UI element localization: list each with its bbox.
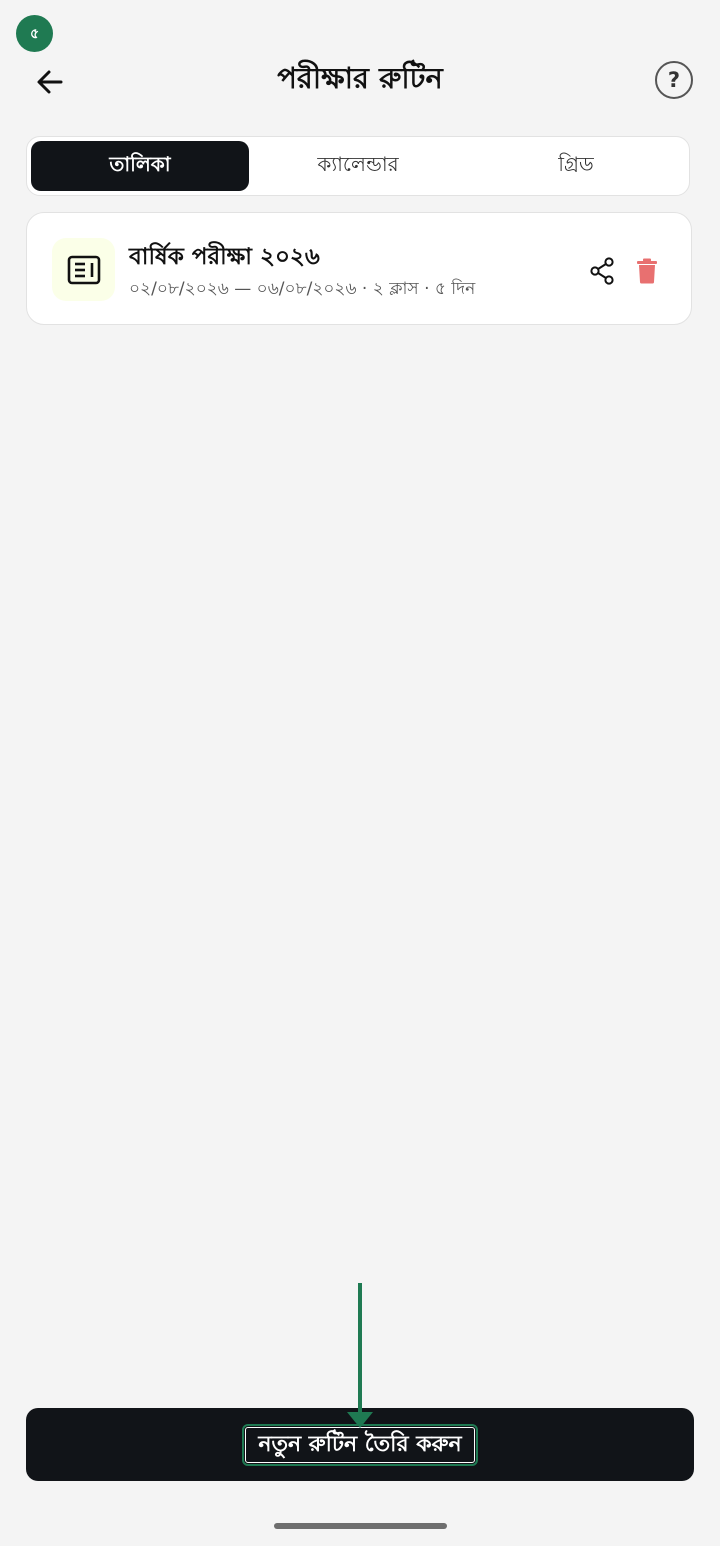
- routine-title: বার্ষিক পরীক্ষা ২০২৬: [129, 244, 320, 270]
- delete-button[interactable]: [627, 251, 667, 291]
- help-button[interactable]: ?: [655, 61, 693, 99]
- home-indicator: [274, 1523, 447, 1529]
- pointer-arrow-head: [347, 1412, 373, 1428]
- trash-icon: [637, 258, 657, 284]
- tab-grid[interactable]: গ্রিড: [467, 141, 685, 191]
- share-button[interactable]: [582, 251, 622, 291]
- routine-card[interactable]: বার্ষিক পরীক্ষা ২০২৬ ০২/০৮/২০২৬ — ০৬/০৮/…: [26, 212, 692, 325]
- page-title: পরীক্ষার রুটিন: [277, 61, 443, 95]
- share-icon: [590, 257, 614, 285]
- help-icon: ?: [667, 68, 681, 92]
- pointer-arrow-line: [358, 1283, 362, 1416]
- newspaper-icon: [67, 255, 100, 284]
- tab-calendar[interactable]: ক্যালেন্ডার: [249, 141, 467, 191]
- tab-list[interactable]: তালিকা: [31, 141, 249, 191]
- routine-icon-container: [52, 238, 115, 301]
- view-tabs: তালিকা ক্যালেন্ডার গ্রিড: [26, 136, 690, 196]
- status-badge: ৫: [16, 15, 53, 52]
- routine-details: ০২/০৮/২০২৬ — ০৬/০৮/২০২৬ · ২ ক্লাস · ৫ দি…: [129, 279, 476, 299]
